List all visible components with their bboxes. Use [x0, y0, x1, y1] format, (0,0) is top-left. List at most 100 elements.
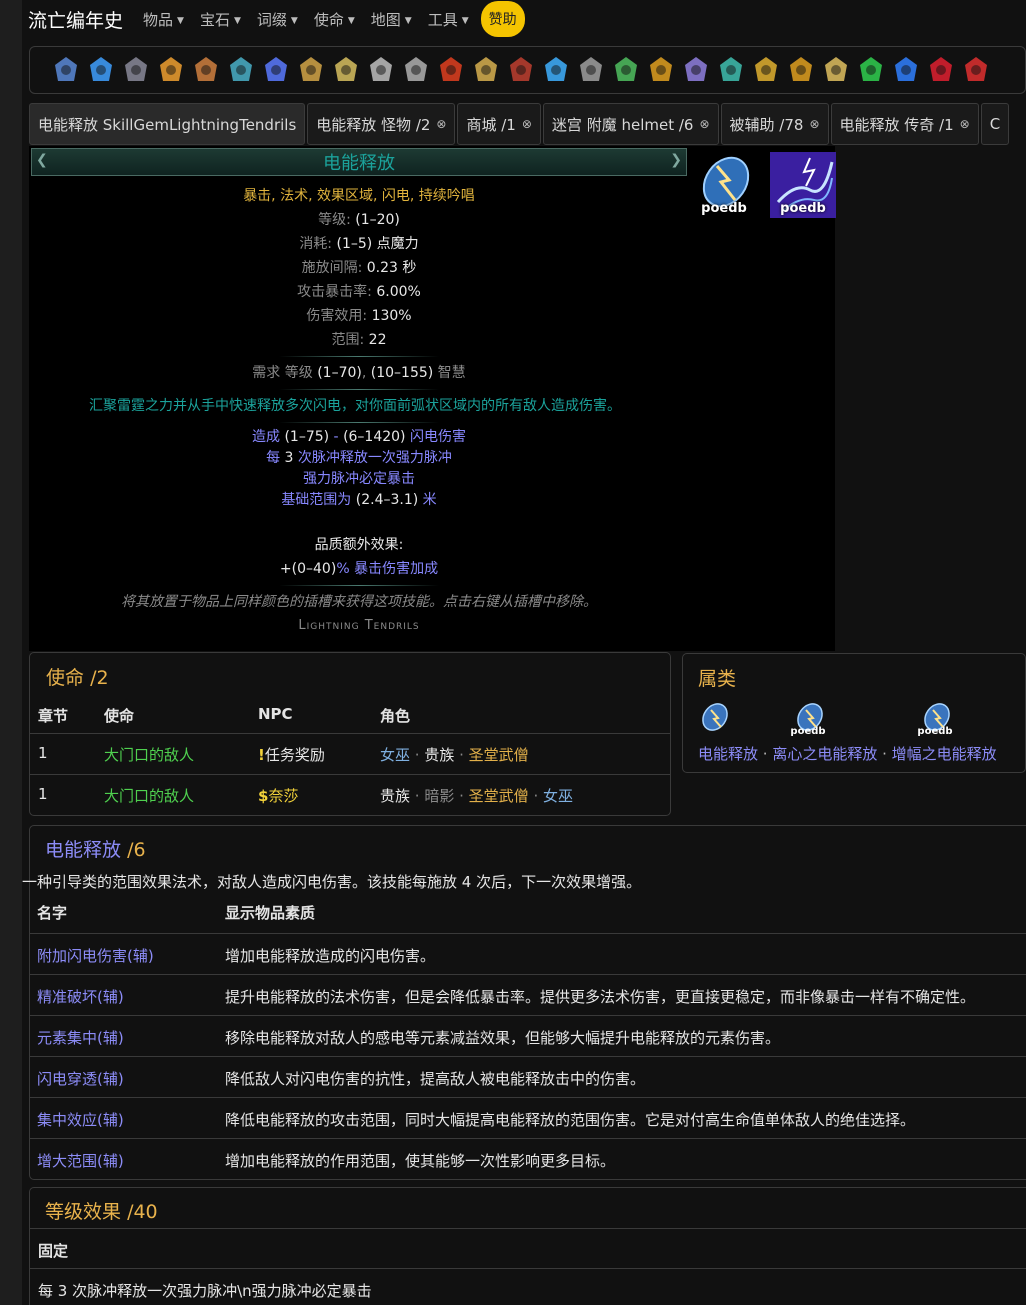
class-link[interactable]: 贵族: [380, 787, 410, 805]
gem-mods: 造成 (1–75) - (6–1420) 闪电伤害 每 3 次脉冲释放一次强力脉…: [252, 429, 466, 508]
gold-idol-icon[interactable]: [647, 55, 675, 85]
bars-icon[interactable]: [227, 55, 255, 85]
quests-panel: 使命 /2 章节 使命 NPC 角色 1 大门口的敌人 !任务奖励 女巫 · 贵族 ·…: [29, 652, 671, 816]
bird-skull-icon[interactable]: [822, 55, 850, 85]
fire-face-icon[interactable]: [437, 55, 465, 85]
gem-flavour-text: 将其放置于物品上同样颜色的插槽来获得这项技能。点击右键从插槽中移除。: [121, 594, 597, 610]
npc-name[interactable]: 奈莎: [268, 787, 298, 805]
support-gem-link[interactable]: 精准破坏(辅): [37, 986, 124, 1007]
support-row: 闪电穿透(辅) 降低敌人对闪电伤害的抗性，提高敌人被电能释放击中的伤害。: [30, 1056, 1026, 1097]
gem-tooltip: ❮ 电能释放 ❯ 暴击, 法术, 效果区域, 闪电, 持续吟唱 等级: (1–2…: [29, 146, 836, 651]
left-frame: [0, 0, 22, 1305]
class-link[interactable]: 女巫: [380, 746, 410, 764]
family-gem-icon[interactable]: poedb: [788, 702, 828, 738]
blue-spiked-orb-icon[interactable]: [892, 55, 920, 85]
support-gem-link[interactable]: 集中效应(辅): [37, 1109, 124, 1130]
stat-crit-chance: 攻击暴击率: 6.00%: [297, 284, 421, 300]
twin-crystal-icon[interactable]: [682, 55, 710, 85]
nav-mods[interactable]: 词缀 ▼: [257, 9, 298, 30]
class-link[interactable]: 圣堂武僧: [469, 787, 529, 805]
crystal-icon[interactable]: [87, 55, 115, 85]
nav-items[interactable]: 物品 ▼: [143, 9, 184, 30]
family-gem-icon[interactable]: [701, 702, 741, 738]
gem-description: 汇聚雷霆之力并从手中快速释放多次闪电，对你面前弧状区域内的所有敌人造成伤害。: [89, 398, 621, 414]
col-name: 名字: [37, 904, 68, 922]
storm-icon[interactable]: [542, 55, 570, 85]
mask-icon[interactable]: [472, 55, 500, 85]
support-gem-link[interactable]: 附加闪电伤害(辅): [37, 945, 154, 966]
spider-icon[interactable]: [367, 55, 395, 85]
nav-tools[interactable]: 工具 ▼: [428, 9, 469, 30]
tab-2[interactable]: 商城 /1 ⊗: [457, 103, 541, 145]
red-blade-icon[interactable]: [962, 55, 990, 85]
support-desc: 增加电能释放的作用范围，使其能够一次性影响更多目标。: [225, 1152, 616, 1170]
close-icon[interactable]: ⊗: [960, 117, 970, 131]
nav-gems[interactable]: 宝石 ▼: [200, 9, 241, 30]
gem-header: ❮ 电能释放 ❯: [31, 148, 687, 176]
family-gem-icon[interactable]: poedb: [915, 702, 955, 738]
totem-icon[interactable]: [402, 55, 430, 85]
horned-helm-icon[interactable]: [717, 55, 745, 85]
sponsor-button[interactable]: 赞助: [480, 1, 525, 37]
green-card-icon[interactable]: [612, 55, 640, 85]
nav-quests[interactable]: 使命 ▼: [314, 9, 355, 30]
class-link[interactable]: 女巫: [543, 787, 573, 805]
tab-5[interactable]: 电能释放 传奇 /1 ⊗: [830, 103, 979, 145]
class-link[interactable]: 暗影: [424, 787, 454, 805]
col-desc: 显示物品素质: [225, 904, 316, 922]
gold-eye-icon[interactable]: [787, 55, 815, 85]
tab-0[interactable]: 电能释放 SkillGemLightningTendrils: [29, 103, 306, 145]
gem-image[interactable]: poedb: [691, 152, 757, 218]
level-effects-panel: 等级效果 /40 固定 每 3 次脉冲释放一次强力脉冲\n强力脉冲必定暴击: [29, 1187, 1026, 1305]
gold-flame-icon[interactable]: [752, 55, 780, 85]
close-icon[interactable]: ⊗: [522, 117, 532, 131]
quest-row: 1 大门口的敌人 $奈莎 贵族 · 暗影 · 圣堂武僧 · 女巫: [30, 774, 670, 815]
tab-1[interactable]: 电能释放 怪物 /2 ⊗: [307, 103, 456, 145]
quest-link[interactable]: 大门口的敌人: [104, 785, 194, 806]
coil-icon[interactable]: [122, 55, 150, 85]
rune-circle-icon[interactable]: [507, 55, 535, 85]
ornament-icon: ❮: [36, 152, 48, 168]
close-icon[interactable]: ⊗: [809, 117, 819, 131]
stat-radius: 范围: 22: [331, 332, 387, 348]
pillar-icon[interactable]: [192, 55, 220, 85]
npc-name[interactable]: 任务奖励: [265, 746, 325, 764]
nav-maps[interactable]: 地图 ▼: [371, 9, 412, 30]
red-hand-icon[interactable]: [927, 55, 955, 85]
family-panel: 属类 poedb poedb 电能释放 · 离心之电能释放 · 增幅之电能释放: [682, 653, 1026, 773]
gem-properties: 暴击, 法术, 效果区域, 闪电, 持续吟唱 等级: (1–20) 消耗: (1…: [29, 184, 689, 638]
divider: [279, 422, 439, 423]
cloud-icon[interactable]: [577, 55, 605, 85]
class-link[interactable]: 贵族: [424, 746, 454, 764]
disc-icon[interactable]: [297, 55, 325, 85]
family-gem-link[interactable]: 电能释放: [698, 745, 758, 763]
green-orb-icon[interactable]: [857, 55, 885, 85]
col-quest: 使命: [104, 707, 135, 725]
family-gem-link[interactable]: 离心之电能释放: [772, 745, 877, 763]
col-chapter: 章节: [38, 707, 69, 725]
family-gem-link[interactable]: 增幅之电能释放: [892, 745, 997, 763]
gem-icon[interactable]: [52, 55, 80, 85]
site-brand[interactable]: 流亡编年史: [28, 6, 123, 33]
support-gem-link[interactable]: 增大范围(辅): [37, 1150, 124, 1171]
tab-3[interactable]: 迷宫 附魔 helmet /6 ⊗: [542, 103, 719, 145]
panel-title: 等级效果 /40: [45, 1201, 158, 1223]
divider: [279, 356, 439, 357]
spirit-icon[interactable]: [262, 55, 290, 85]
class-link[interactable]: 圣堂武僧: [469, 746, 529, 764]
support-gem-link[interactable]: 闪电穿透(辅): [37, 1068, 124, 1089]
insect-icon[interactable]: [332, 55, 360, 85]
tab-6[interactable]: C: [980, 103, 1010, 145]
caret-down-icon: ▼: [404, 15, 412, 26]
close-icon[interactable]: ⊗: [436, 117, 446, 131]
tab-4[interactable]: 被辅助 /78 ⊗: [720, 103, 829, 145]
npc-mark-icon: !: [258, 746, 265, 764]
quality-header: 品质额外效果:: [314, 537, 404, 553]
quest-link[interactable]: 大门口的敌人: [104, 744, 194, 765]
close-icon[interactable]: ⊗: [699, 117, 709, 131]
divider: [279, 389, 439, 390]
tab-bar: 电能释放 SkillGemLightningTendrils 电能释放 怪物 /2…: [29, 103, 1026, 145]
skill-icon[interactable]: poedb: [770, 152, 836, 218]
support-gem-link[interactable]: 元素集中(辅): [37, 1027, 124, 1048]
flame-altar-icon[interactable]: [157, 55, 185, 85]
